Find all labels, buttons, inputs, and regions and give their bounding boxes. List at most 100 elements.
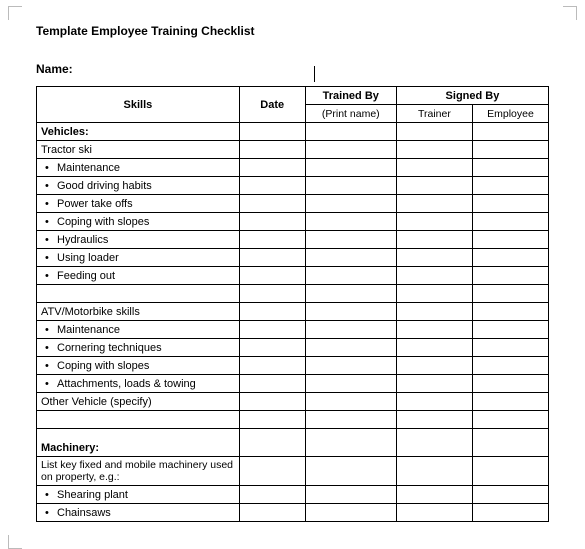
employee-sign-cell[interactable]: [472, 321, 548, 339]
trainer-sign-cell[interactable]: [396, 141, 472, 159]
trainer-sign-cell[interactable]: [396, 357, 472, 375]
employee-sign-cell[interactable]: [472, 303, 548, 321]
trainer-sign-cell[interactable]: [396, 195, 472, 213]
employee-sign-cell[interactable]: [472, 123, 548, 141]
date-cell[interactable]: [239, 393, 305, 411]
date-cell[interactable]: [239, 267, 305, 285]
date-cell[interactable]: [239, 141, 305, 159]
trainer-sign-cell[interactable]: [396, 249, 472, 267]
date-cell[interactable]: [239, 357, 305, 375]
date-cell[interactable]: [239, 213, 305, 231]
trainer-sign-cell[interactable]: [396, 339, 472, 357]
trainer-sign-cell[interactable]: [396, 393, 472, 411]
skills-cell: •Using loader: [37, 249, 240, 267]
trained-by-cell[interactable]: [305, 123, 396, 141]
table-row: [37, 285, 549, 303]
employee-sign-cell[interactable]: [472, 504, 548, 522]
trained-by-cell[interactable]: [305, 429, 396, 457]
date-cell[interactable]: [239, 411, 305, 429]
trainer-sign-cell[interactable]: [396, 231, 472, 249]
trainer-sign-cell[interactable]: [396, 303, 472, 321]
date-cell[interactable]: [239, 339, 305, 357]
date-cell[interactable]: [239, 249, 305, 267]
trained-by-cell[interactable]: [305, 267, 396, 285]
trainer-sign-cell[interactable]: [396, 486, 472, 504]
trainer-sign-cell[interactable]: [396, 285, 472, 303]
trained-by-cell[interactable]: [305, 504, 396, 522]
date-cell[interactable]: [239, 123, 305, 141]
employee-sign-cell[interactable]: [472, 411, 548, 429]
date-cell[interactable]: [239, 159, 305, 177]
trained-by-cell[interactable]: [305, 159, 396, 177]
date-cell[interactable]: [239, 457, 305, 486]
date-cell[interactable]: [239, 177, 305, 195]
date-cell[interactable]: [239, 321, 305, 339]
employee-sign-cell[interactable]: [472, 159, 548, 177]
date-cell[interactable]: [239, 195, 305, 213]
employee-sign-cell[interactable]: [472, 213, 548, 231]
trained-by-cell[interactable]: [305, 177, 396, 195]
date-cell[interactable]: [239, 231, 305, 249]
employee-sign-cell[interactable]: [472, 195, 548, 213]
trained-by-cell[interactable]: [305, 141, 396, 159]
trained-by-cell[interactable]: [305, 339, 396, 357]
trained-by-cell[interactable]: [305, 457, 396, 486]
employee-sign-cell[interactable]: [472, 393, 548, 411]
trainer-sign-cell[interactable]: [396, 375, 472, 393]
trained-by-cell[interactable]: [305, 285, 396, 303]
trainer-sign-cell[interactable]: [396, 321, 472, 339]
date-cell[interactable]: [239, 504, 305, 522]
trainer-sign-cell[interactable]: [396, 504, 472, 522]
trainer-sign-cell[interactable]: [396, 159, 472, 177]
date-cell[interactable]: [239, 303, 305, 321]
skills-cell: Other Vehicle (specify): [37, 393, 240, 411]
trainer-sign-cell[interactable]: [396, 213, 472, 231]
employee-sign-cell[interactable]: [472, 177, 548, 195]
employee-sign-cell[interactable]: [472, 339, 548, 357]
trained-by-cell[interactable]: [305, 321, 396, 339]
trained-by-cell[interactable]: [305, 249, 396, 267]
trainer-sign-cell[interactable]: [396, 123, 472, 141]
trained-by-cell[interactable]: [305, 195, 396, 213]
employee-sign-cell[interactable]: [472, 429, 548, 457]
trainer-sign-cell[interactable]: [396, 457, 472, 486]
trainer-sign-cell[interactable]: [396, 411, 472, 429]
skills-cell: •Attachments, loads & towing: [37, 375, 240, 393]
skills-cell: •Chainsaws: [37, 504, 240, 522]
employee-sign-cell[interactable]: [472, 486, 548, 504]
employee-sign-cell[interactable]: [472, 457, 548, 486]
employee-sign-cell[interactable]: [472, 267, 548, 285]
trained-by-cell[interactable]: [305, 486, 396, 504]
skill-label: Feeding out: [57, 270, 115, 282]
skill-label: Coping with slopes: [57, 216, 149, 228]
employee-sign-cell[interactable]: [472, 285, 548, 303]
trained-by-cell[interactable]: [305, 231, 396, 249]
trainer-sign-cell[interactable]: [396, 267, 472, 285]
trained-by-cell[interactable]: [305, 357, 396, 375]
skill-label: Power take offs: [57, 198, 133, 210]
trained-by-cell[interactable]: [305, 375, 396, 393]
date-cell[interactable]: [239, 429, 305, 457]
skills-cell: •Coping with slopes: [37, 213, 240, 231]
skills-cell: Tractor ski: [37, 141, 240, 159]
table-row: •Attachments, loads & towing: [37, 375, 549, 393]
trained-by-cell[interactable]: [305, 393, 396, 411]
skills-cell: List key fixed and mobile machinery used…: [37, 457, 240, 486]
header-signed-by: Signed By: [396, 87, 548, 105]
employee-sign-cell[interactable]: [472, 231, 548, 249]
trained-by-cell[interactable]: [305, 411, 396, 429]
trained-by-cell[interactable]: [305, 303, 396, 321]
checklist-body: Vehicles:Tractor ski•Maintenance•Good dr…: [37, 123, 549, 522]
employee-sign-cell[interactable]: [472, 249, 548, 267]
bullet-icon: •: [45, 252, 57, 264]
employee-sign-cell[interactable]: [472, 375, 548, 393]
employee-sign-cell[interactable]: [472, 357, 548, 375]
date-cell[interactable]: [239, 486, 305, 504]
date-cell[interactable]: [239, 285, 305, 303]
date-cell[interactable]: [239, 375, 305, 393]
employee-sign-cell[interactable]: [472, 141, 548, 159]
trained-by-cell[interactable]: [305, 213, 396, 231]
trainer-sign-cell[interactable]: [396, 177, 472, 195]
trainer-sign-cell[interactable]: [396, 429, 472, 457]
bullet-icon: •: [45, 180, 57, 192]
